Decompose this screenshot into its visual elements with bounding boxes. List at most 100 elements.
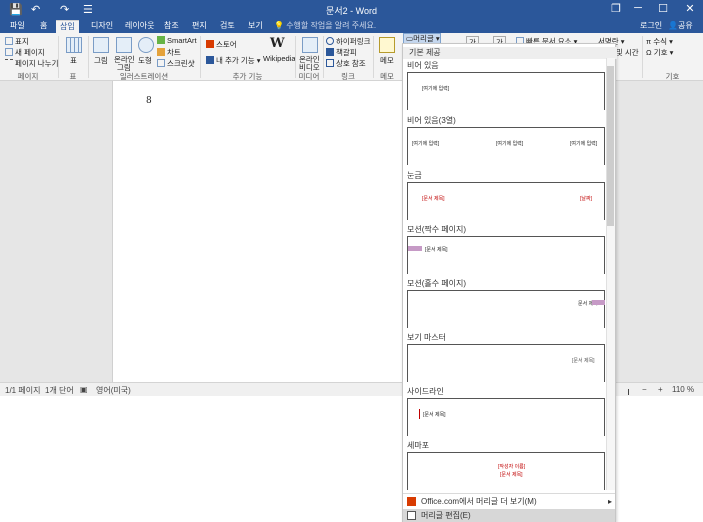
screenshot-icon	[157, 59, 165, 67]
edit-header-item[interactable]: 머리글 편집(E)	[403, 509, 615, 522]
gallery-scroll-thumb[interactable]	[607, 66, 614, 226]
wikipedia-button[interactable]: Wikipedia	[263, 54, 296, 63]
online-picture-icon[interactable]	[116, 37, 132, 53]
header-preset-grid[interactable]: [문서 제목] [날짜]	[407, 182, 605, 220]
preset-placeholder: [여기에 입력]	[412, 141, 440, 147]
header-preset-semaphore[interactable]: [작성자 이름] [문서 제목]	[407, 452, 605, 490]
proofing-icon[interactable]: ▣	[80, 385, 88, 394]
chart-icon	[157, 48, 165, 56]
zoom-level[interactable]: 110 %	[672, 385, 694, 394]
preset-placeholder: [문서 제목]	[572, 358, 595, 364]
header-preset-view-master[interactable]: [문서 제목]	[407, 344, 605, 382]
maximize-button[interactable]: ☐	[653, 2, 673, 15]
header-preset-motion-odd[interactable]: 문서 제목	[407, 290, 605, 328]
preset-placeholder: [여기에 입력]	[496, 141, 524, 147]
screenshot-button[interactable]: 스크린샷	[157, 58, 195, 69]
my-addins-icon	[206, 56, 214, 64]
login-link[interactable]: 로그인	[640, 20, 662, 32]
smartart-icon	[157, 36, 165, 44]
store-button[interactable]: 스토어	[206, 39, 237, 50]
shapes-button[interactable]: 도형	[138, 55, 152, 66]
cover-page-icon	[5, 37, 13, 45]
picture-icon[interactable]	[93, 37, 109, 53]
wikipedia-icon[interactable]: W	[270, 36, 285, 51]
omega-icon: Ω	[646, 48, 654, 57]
page-break-button[interactable]: 페이지 나누기	[5, 58, 58, 69]
preset-label: 비어 있음	[407, 61, 439, 70]
preset-placeholder: [문서 제목]	[422, 196, 445, 202]
table-button[interactable]: 표	[70, 55, 77, 66]
online-video-icon[interactable]	[302, 37, 318, 53]
picture-button[interactable]: 그림	[94, 55, 108, 66]
office-icon	[407, 497, 416, 506]
zoom-in-button[interactable]: +	[658, 385, 663, 394]
link-icon	[326, 37, 334, 45]
more-headers-online-item[interactable]: Office.com에서 머리글 더 보기(M) ▸	[403, 495, 615, 508]
equation-button[interactable]: π 수식 ▾	[646, 36, 673, 47]
preset-placeholder: [문서 제목]	[425, 247, 448, 253]
share-button[interactable]: 👤공유	[668, 20, 693, 32]
header-preset-blank-3col[interactable]: [여기에 입력] [여기에 입력] [여기에 입력]	[407, 127, 605, 165]
preset-placeholder: [작성자 이름]	[498, 464, 526, 470]
tab-file[interactable]: 파일	[6, 20, 29, 33]
shapes-icon[interactable]	[138, 37, 154, 53]
preset-label: 사이드라인	[407, 387, 444, 396]
cover-page-button[interactable]: 표지	[5, 36, 29, 47]
preset-placeholder: [문서 제목]	[423, 412, 446, 418]
minimize-button[interactable]: ─	[628, 2, 648, 14]
lightbulb-icon: 💡	[274, 21, 287, 30]
side-line	[419, 409, 420, 419]
tab-layout[interactable]: 레이아웃	[121, 20, 158, 33]
bookmark-icon	[326, 48, 334, 56]
cross-reference-button[interactable]: 상호 참조	[326, 58, 366, 69]
preset-label: 모션(짝수 페이지)	[407, 225, 467, 234]
store-icon	[206, 40, 214, 48]
document-text: 8	[146, 96, 152, 106]
window-title: 문서2 - Word	[326, 6, 377, 16]
group-separator	[88, 36, 89, 78]
my-addins-button[interactable]: 내 추가 기능 ▾	[206, 55, 261, 66]
comment-icon[interactable]	[379, 37, 395, 53]
header-preset-blank[interactable]: [여기에 입력]	[407, 72, 605, 110]
tab-design[interactable]: 디자인	[87, 20, 117, 33]
preset-placeholder: [여기에 입력]	[422, 86, 450, 92]
ribbon-tab-bar: 파일 홈 삽입 디자인 레이아웃 참조 편지 검토 보기 💡 수행할 작업을 알…	[0, 19, 703, 33]
preset-label: 보기 마스터	[407, 333, 447, 342]
header-gallery-dropdown: 기본 제공 비어 있음 [여기에 입력] 비어 있음(3열) [여기에 입력] …	[402, 43, 617, 522]
submenu-arrow-icon: ▸	[607, 497, 612, 506]
blank-page-button[interactable]: 새 페이지	[5, 47, 45, 58]
header-preset-sideline[interactable]: [문서 제목]	[407, 398, 605, 436]
language[interactable]: 영어(미국)	[96, 385, 131, 396]
smartart-button[interactable]: SmartArt	[157, 36, 197, 45]
new-comment-button[interactable]: 메모	[380, 55, 394, 66]
hyperlink-button[interactable]: 하이퍼링크	[326, 36, 371, 47]
preset-placeholder: [문서 제목]	[500, 472, 523, 478]
tab-review[interactable]: 검토	[216, 20, 239, 33]
close-button[interactable]: ✕	[680, 2, 700, 15]
menu-divider	[403, 493, 615, 494]
header-preset-motion-even[interactable]: [문서 제목]	[407, 236, 605, 274]
tab-mailings[interactable]: 편지	[188, 20, 211, 33]
preset-placeholder: [날짜]	[580, 196, 592, 202]
page-break-icon	[5, 59, 13, 67]
zoom-slider[interactable]	[628, 389, 629, 395]
person-icon: 👤	[668, 21, 678, 30]
ribbon-display-icon[interactable]: ❐	[606, 2, 626, 15]
accent-bar	[408, 246, 422, 251]
table-icon[interactable]	[66, 37, 82, 53]
tab-insert[interactable]: 삽입	[56, 20, 79, 33]
preset-label: 모션(홀수 페이지)	[407, 279, 467, 288]
zoom-out-button[interactable]: −	[642, 385, 647, 394]
preset-label: 세마포	[407, 441, 430, 450]
word-count[interactable]: 1개 단어	[45, 385, 74, 396]
symbol-button[interactable]: Ω 기호 ▾	[646, 47, 673, 58]
gallery-section-header: 기본 제공	[403, 47, 617, 59]
tab-home[interactable]: 홈	[36, 20, 51, 33]
bookmark-button[interactable]: 책갈피	[326, 47, 357, 58]
page-count[interactable]: 1/1 페이지	[5, 385, 40, 396]
tell-me-input[interactable]: 💡 수행할 작업을 알려 주세요.	[274, 20, 376, 32]
chart-button[interactable]: 차트	[157, 47, 181, 58]
tab-view[interactable]: 보기	[244, 20, 267, 33]
accent-bar	[592, 300, 605, 305]
tab-references[interactable]: 참조	[160, 20, 183, 33]
